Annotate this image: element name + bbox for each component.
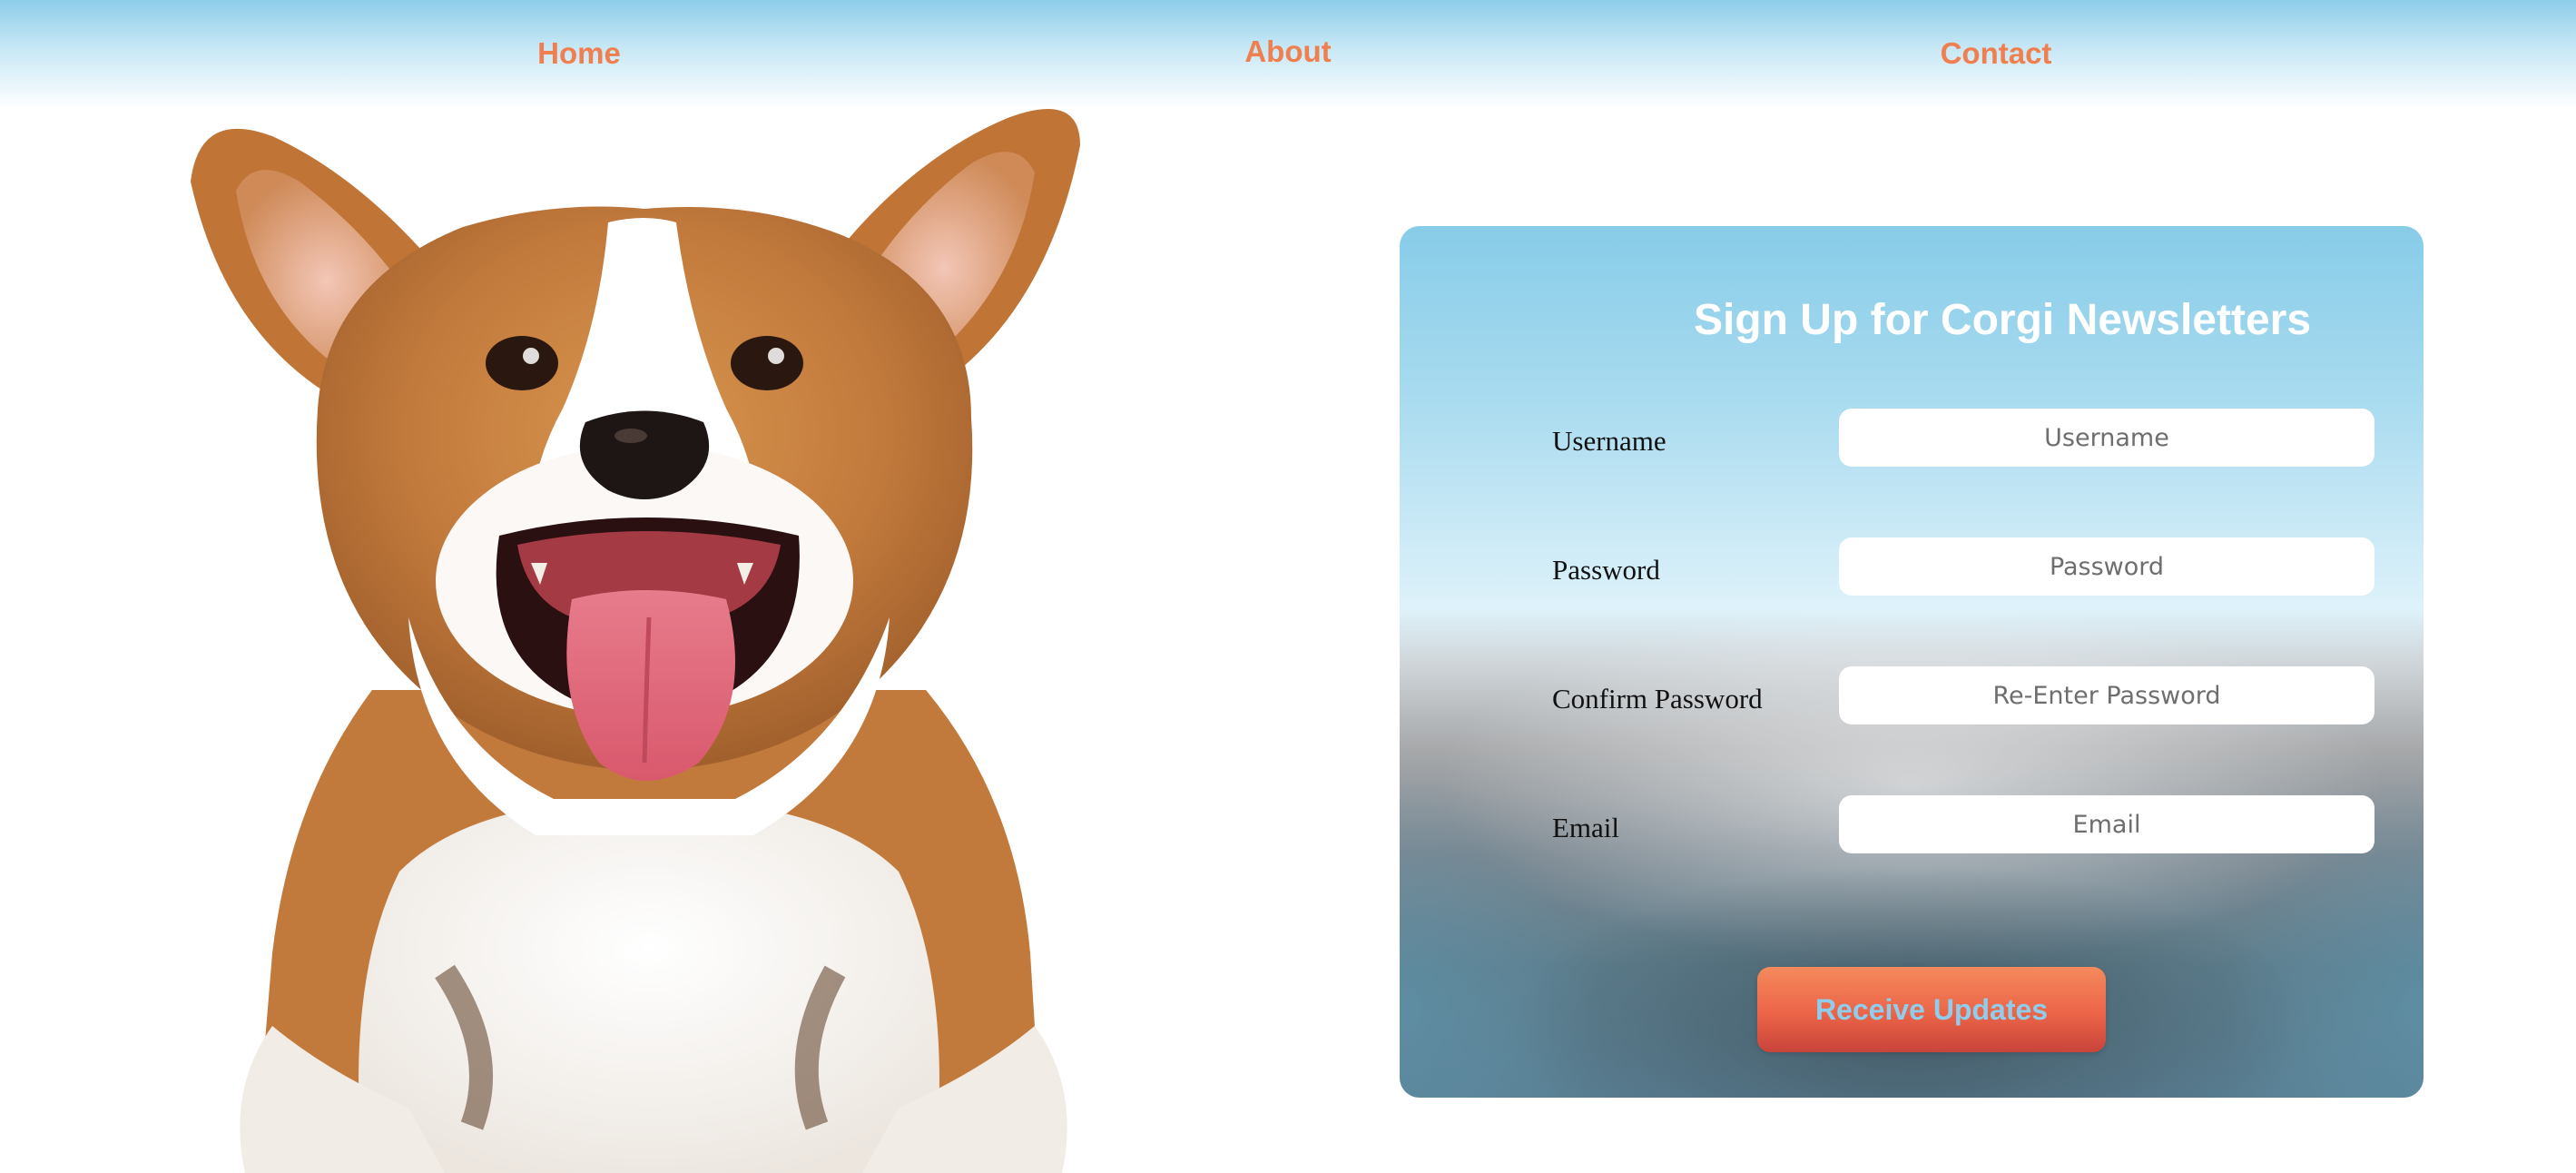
- username-label: Username: [1552, 425, 1667, 457]
- nav-contact-link[interactable]: Contact: [1941, 36, 2052, 71]
- email-input[interactable]: [1839, 795, 2374, 853]
- receive-updates-button[interactable]: Receive Updates: [1757, 967, 2106, 1052]
- confirm-password-label: Confirm Password: [1552, 683, 1763, 715]
- nav-about-link[interactable]: About: [1244, 34, 1331, 69]
- password-input[interactable]: [1839, 537, 2374, 596]
- signup-title: Sign Up for Corgi Newsletters: [1693, 296, 2312, 344]
- password-label: Password: [1552, 554, 1660, 586]
- username-row: Username: [1552, 409, 2378, 468]
- email-row: Email: [1552, 795, 2378, 855]
- confirm-password-row: Confirm Password: [1552, 666, 2378, 726]
- nav-home-link[interactable]: Home: [537, 36, 621, 71]
- confirm-password-input[interactable]: [1839, 666, 2374, 724]
- email-label: Email: [1552, 812, 1620, 843]
- username-input[interactable]: [1839, 409, 2374, 467]
- password-row: Password: [1552, 537, 2378, 597]
- top-navbar: Home About Contact: [0, 0, 2576, 109]
- corgi-photo: [172, 109, 1135, 1173]
- signup-card: Sign Up for Corgi Newsletters Username P…: [1400, 226, 2424, 1098]
